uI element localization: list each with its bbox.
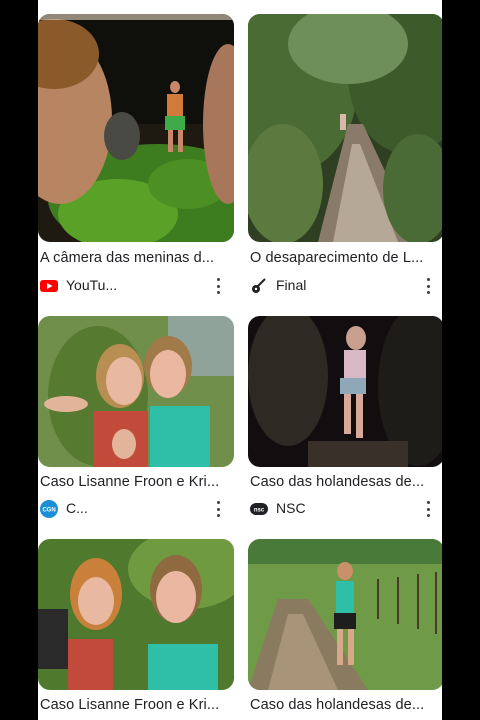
result-thumbnail[interactable] [38,539,234,690]
result-thumbnail[interactable] [248,14,442,242]
youtube-icon [40,280,58,292]
more-options-icon[interactable] [210,501,226,517]
thumbnail-dark-forest-image [248,316,442,467]
svg-text:CGN: CGN [42,508,55,514]
image-results-grid: A câmera das meninas d... YouTu... O des… [38,0,442,720]
source-name: YouTu... [66,277,118,293]
result-thumbnail[interactable] [248,316,442,467]
result-title[interactable]: Caso Lisanne Froon e Kri... [40,474,234,490]
thumbnail-two-women-image [38,316,234,467]
result-title[interactable]: Caso das holandesas de... [250,474,442,490]
thumbnail-two-women-smiling-image [38,539,234,690]
source-name: NSC [276,500,306,516]
result-thumbnail[interactable] [38,14,234,242]
result-title[interactable]: Caso das holandesas de... [250,697,442,713]
thumbnail-jungle-trail-image [248,14,442,242]
svg-text:nsc: nsc [254,508,265,514]
thumbnail-selfie-image [38,14,234,242]
result-title[interactable]: O desaparecimento de L... [250,250,442,266]
thumbnail-dirt-road-image [248,539,442,690]
source-name: C... [66,500,88,516]
more-options-icon[interactable] [420,501,436,517]
cgn-icon: CGN [40,500,58,518]
guitar-icon [252,278,266,293]
result-thumbnail[interactable] [38,316,234,467]
more-options-icon[interactable] [420,278,436,294]
more-options-icon[interactable] [210,278,226,294]
result-source[interactable]: YouTu... [40,276,234,296]
result-source[interactable]: nsc NSC [250,499,442,519]
result-title[interactable]: Caso Lisanne Froon e Kri... [40,697,234,713]
source-name: Final [276,277,307,293]
result-thumbnail[interactable] [248,539,442,690]
result-title[interactable]: A câmera das meninas d... [40,250,234,266]
result-source[interactable]: Final [250,276,442,296]
result-source[interactable]: CGN C... [40,499,234,519]
nsc-icon: nsc [250,503,268,515]
